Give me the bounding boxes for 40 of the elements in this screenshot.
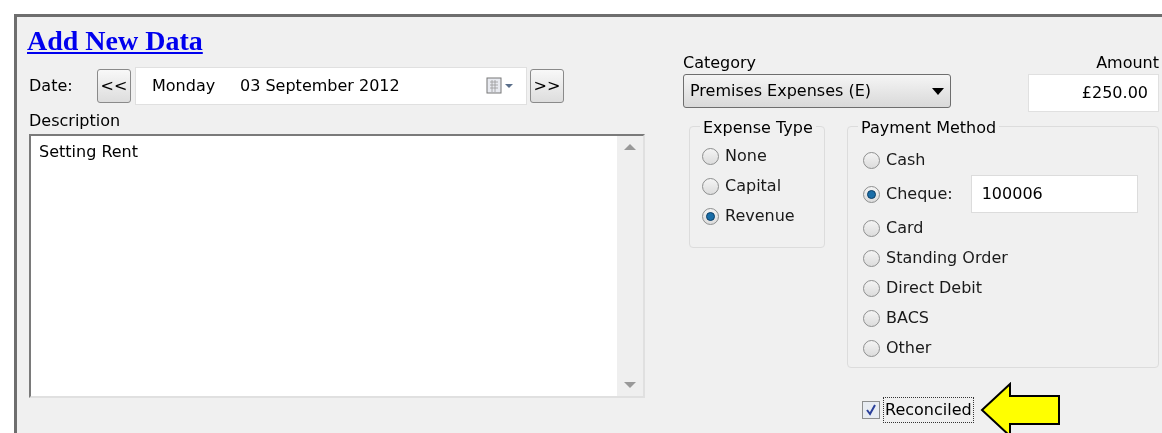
radio-button[interactable] (863, 219, 880, 237)
radio-label: Cheque: (886, 183, 953, 205)
radio-button[interactable] (702, 207, 719, 225)
description-field[interactable]: Setting Rent (29, 134, 645, 398)
radio-button[interactable] (863, 151, 880, 169)
dropdown-caret-icon (932, 87, 944, 95)
radio-button[interactable] (863, 249, 880, 267)
radio-label: Capital (725, 175, 782, 197)
arrow-icon (979, 382, 1062, 433)
radio-label: None (725, 145, 767, 167)
radio-label: Revenue (725, 205, 795, 227)
radio-label: Cash (886, 149, 926, 171)
scroll-down-icon[interactable] (624, 382, 636, 388)
previous-date-button[interactable]: << (97, 69, 131, 103)
scroll-up-icon[interactable] (624, 144, 636, 150)
radio-label: Standing Order (886, 247, 1008, 269)
radio-button[interactable] (863, 339, 880, 357)
radio-label: Card (886, 217, 924, 239)
radio-button[interactable] (863, 309, 880, 327)
radio-button[interactable] (702, 147, 719, 165)
amount-label: Amount (1096, 52, 1159, 74)
reconciled-label: Reconciled (883, 397, 974, 423)
form-title[interactable]: Add New Data (27, 23, 661, 59)
radio-button[interactable] (863, 185, 880, 203)
radio-button[interactable] (702, 177, 719, 195)
category-dropdown[interactable]: Premises Expenses (E) (683, 74, 951, 108)
radio-button[interactable] (863, 279, 880, 297)
radio-label: Other (886, 337, 932, 359)
cheque-number-field[interactable]: 100006 (970, 175, 1138, 213)
scrollbar[interactable] (617, 136, 643, 396)
amount-field[interactable]: £250.00 (1028, 74, 1159, 112)
date-field[interactable]: Monday 03 September 2012 (135, 67, 527, 105)
radio-label: BACS (886, 307, 929, 329)
checkbox[interactable] (862, 401, 880, 419)
category-label: Category (683, 52, 758, 74)
description-label: Description (28, 110, 122, 132)
calendar-icon[interactable] (486, 77, 516, 95)
radio-label: Direct Debit (886, 277, 983, 299)
date-label: Date: (28, 75, 74, 97)
next-date-button[interactable]: >> (530, 69, 564, 103)
